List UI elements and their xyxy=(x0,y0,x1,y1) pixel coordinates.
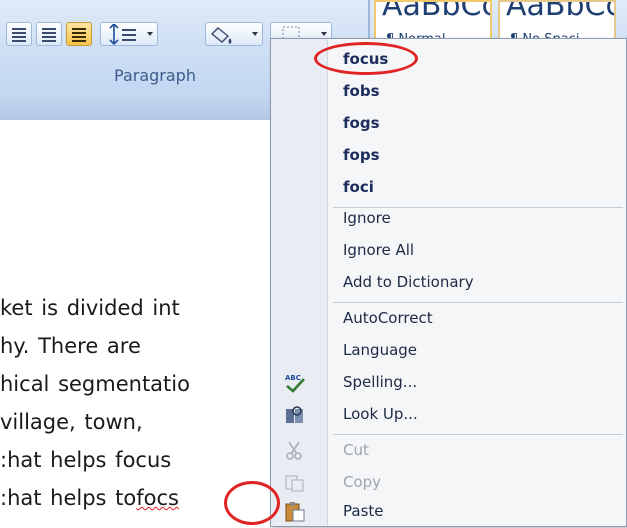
document-line: :hat helps focus xyxy=(0,448,172,472)
justify-icon xyxy=(72,28,86,42)
justify-button[interactable] xyxy=(66,22,92,46)
suggestion-label: fogs xyxy=(343,114,380,132)
add-to-dictionary-item[interactable]: Add to Dictionary xyxy=(271,267,627,299)
style-sample: AaBbCc xyxy=(382,0,492,23)
clipboard-paste-icon xyxy=(285,502,305,522)
paste-item[interactable]: Paste xyxy=(271,496,627,528)
spelling-item[interactable]: ABC Spelling... xyxy=(271,367,627,399)
menu-label: Language xyxy=(343,341,418,359)
svg-text:ABC: ABC xyxy=(285,374,301,382)
menu-label: Look Up... xyxy=(343,405,418,423)
suggestion-item[interactable]: foci xyxy=(271,172,627,204)
menu-label: Ignore xyxy=(343,209,391,227)
autocorrect-item[interactable]: AutoCorrect xyxy=(271,303,627,335)
menu-label: Spelling... xyxy=(343,373,418,391)
look-up-item[interactable]: Look Up... xyxy=(271,399,627,431)
suggestion-item[interactable]: fobs xyxy=(271,76,627,108)
document-line: hy. There are xyxy=(0,334,141,358)
menu-label: AutoCorrect xyxy=(343,309,433,327)
ignore-all-item[interactable]: Ignore All xyxy=(271,235,627,267)
chevron-down-icon xyxy=(321,32,327,36)
suggestion-label: fops xyxy=(343,146,380,164)
line-spacing-icon xyxy=(109,24,136,46)
menu-label: Copy xyxy=(343,473,382,491)
shading-dropdown[interactable] xyxy=(205,22,263,46)
document-line: ket is divided int xyxy=(0,296,180,320)
align-right-button[interactable] xyxy=(36,22,62,46)
document-line: village, town, xyxy=(0,410,143,434)
style-sample: AaBbCc xyxy=(506,0,616,23)
ignore-item[interactable]: Ignore xyxy=(271,203,627,235)
chevron-down-icon xyxy=(252,32,258,36)
document-line: hical segmentatio xyxy=(0,372,190,396)
research-book-icon xyxy=(286,406,303,423)
menu-label: Add to Dictionary xyxy=(343,273,474,291)
chevron-down-icon xyxy=(147,32,153,36)
line-spacing-dropdown[interactable] xyxy=(100,22,158,46)
annotation-circle-suggestion xyxy=(314,42,418,75)
document-line: :hat helps tofocs xyxy=(0,486,179,510)
align-right-icon xyxy=(42,28,56,42)
paragraph-group-label: Paragraph xyxy=(114,66,196,85)
menu-label: Paste xyxy=(343,502,384,520)
scissors-icon xyxy=(286,441,302,460)
suggestion-label: foci xyxy=(343,178,374,196)
spelling-context-menu: focus fobs fogs fops foci Ignore Ignore … xyxy=(270,38,627,527)
document-text: :hat helps to xyxy=(0,486,137,510)
misspelled-word[interactable]: focs xyxy=(136,486,179,510)
suggestion-item[interactable]: fogs xyxy=(271,108,627,140)
spelling-check-icon: ABC xyxy=(285,374,305,393)
paint-bucket-icon xyxy=(210,27,232,44)
suggestion-label: fobs xyxy=(343,82,380,100)
menu-label: Cut xyxy=(343,441,369,459)
copy-pages-icon xyxy=(285,475,304,492)
suggestion-item[interactable]: fops xyxy=(271,140,627,172)
copy-item: Copy xyxy=(271,467,627,499)
menu-label: Ignore All xyxy=(343,241,415,259)
align-center-icon xyxy=(12,28,26,42)
align-center-button[interactable] xyxy=(6,22,32,46)
annotation-circle-misspelling xyxy=(224,481,280,525)
cut-item: Cut xyxy=(271,435,627,467)
language-item[interactable]: Language xyxy=(271,335,627,367)
